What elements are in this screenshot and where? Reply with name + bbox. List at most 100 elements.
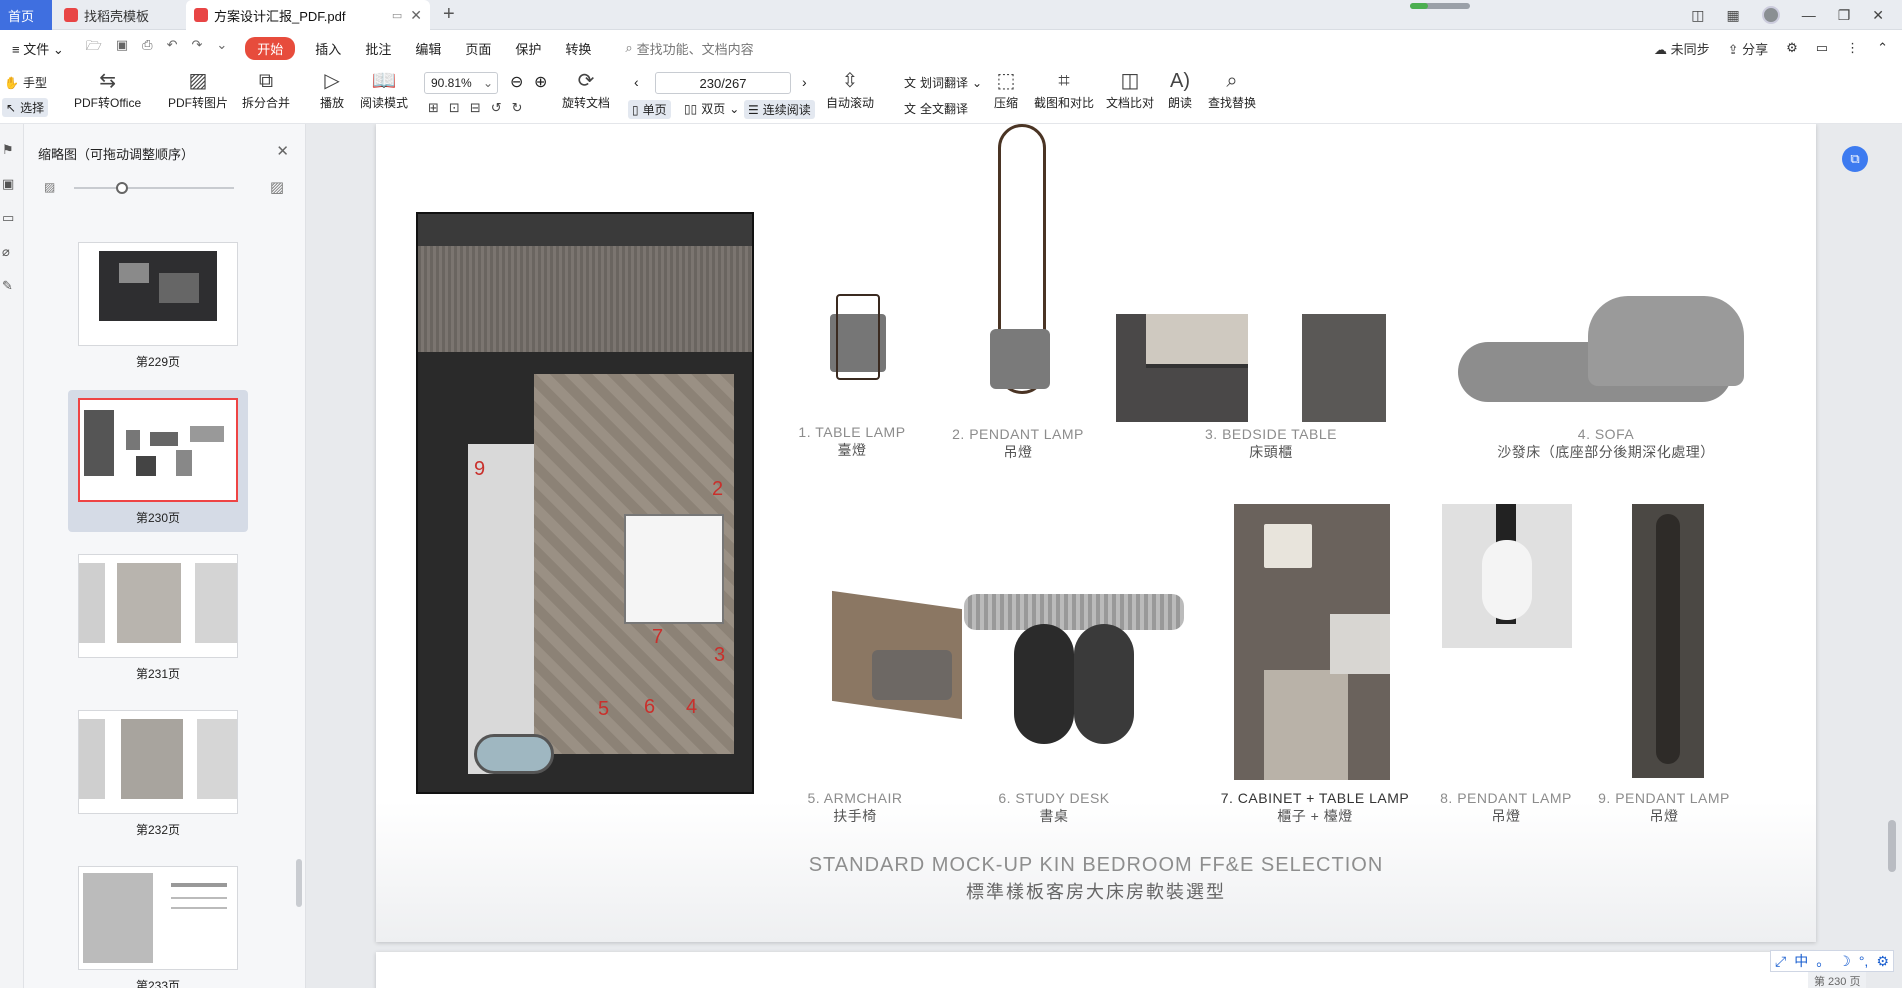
- auto-scroll-button[interactable]: ⇳ 自动滚动: [826, 68, 874, 111]
- floor-number: 7: [652, 626, 664, 648]
- ime-settings-icon[interactable]: ⚙: [1876, 953, 1889, 970]
- split-merge-button[interactable]: ⧉ 拆分合并: [242, 68, 290, 111]
- close-tab-icon[interactable]: ✕: [410, 7, 422, 24]
- thumbnail-page-233[interactable]: 第233页: [68, 858, 248, 988]
- full-translate-button[interactable]: 文全文翻译: [904, 100, 968, 117]
- new-tab-button[interactable]: +: [443, 3, 455, 26]
- page-number-value: 230/267: [699, 75, 747, 91]
- thumbnail-page-229[interactable]: 第229页: [68, 234, 248, 376]
- wall-band: [418, 214, 752, 246]
- double-page-button[interactable]: ▯▯ 双页 ⌄: [684, 100, 739, 117]
- menu-protect[interactable]: 保护: [503, 39, 553, 58]
- ime-toolbar: ⤢ 中 。 ☽ °, ⚙: [1770, 950, 1894, 972]
- menu-edit[interactable]: 编辑: [403, 39, 453, 58]
- undo-icon[interactable]: ↶: [167, 37, 178, 59]
- ime-expand-icon[interactable]: ⤢: [1775, 953, 1786, 970]
- close-window-icon[interactable]: ✕: [1872, 7, 1884, 24]
- ime-symbol[interactable]: °,: [1859, 953, 1869, 969]
- thumbnail-page-232[interactable]: 第232页: [68, 702, 248, 844]
- thumbnail-scrollbar[interactable]: [296, 859, 302, 907]
- sync-status[interactable]: ☁ 未同步: [1654, 39, 1710, 58]
- floor-number: 2: [712, 478, 724, 500]
- minimize-icon[interactable]: —: [1802, 7, 1816, 23]
- floating-tool-icon[interactable]: ⧉: [1842, 146, 1868, 172]
- compress-button[interactable]: ⬚ 压缩: [994, 68, 1018, 111]
- thumbnail-page-231[interactable]: 第231页: [68, 546, 248, 688]
- rotate-left-icon[interactable]: ↺: [491, 100, 502, 116]
- prev-page-icon[interactable]: ‹: [634, 74, 639, 90]
- page-title-zh: 標準樣板客房大床房軟裝選型: [966, 882, 1226, 902]
- grid-icon[interactable]: ▦: [1726, 7, 1739, 24]
- search-placeholder: 查找功能、文档内容: [636, 41, 754, 57]
- menu-convert[interactable]: 转换: [553, 39, 603, 58]
- tab-daoke-templates[interactable]: 找稻壳模板: [56, 0, 182, 30]
- ime-punct[interactable]: 。: [1816, 951, 1830, 971]
- word-translate-button[interactable]: 文划词翻译 ⌄: [904, 74, 982, 91]
- reader-mode-icon[interactable]: ◫: [1691, 7, 1704, 24]
- screenshot-compare-button[interactable]: ⌗ 截图和对比: [1034, 68, 1094, 111]
- settings-icon[interactable]: ⚙: [1786, 40, 1798, 56]
- avatar[interactable]: [1761, 6, 1780, 24]
- redo-icon[interactable]: ↷: [191, 37, 202, 59]
- hand-tool[interactable]: ✋ 手型: [4, 74, 47, 91]
- thumbnail-icon[interactable]: ▣: [2, 176, 23, 192]
- close-icon[interactable]: ✕: [276, 142, 289, 160]
- share-button[interactable]: ⇪ 分享: [1728, 39, 1769, 58]
- actual-size-icon[interactable]: ⊞: [428, 100, 439, 116]
- slider-knob[interactable]: [116, 182, 128, 194]
- more-icon[interactable]: ⌄: [216, 37, 227, 59]
- thumbnail-page-230[interactable]: 第230页: [68, 390, 248, 532]
- more-menu-icon[interactable]: ⋮: [1846, 40, 1859, 56]
- menu-start[interactable]: 开始: [245, 36, 296, 60]
- thumbnail-label: 第232页: [135, 823, 181, 837]
- read-aloud-button[interactable]: A) 朗读: [1168, 68, 1192, 111]
- page-number-input[interactable]: 230/267: [655, 72, 791, 94]
- single-page-button[interactable]: ▯ 单页: [628, 100, 671, 119]
- window-icon[interactable]: ▭: [392, 9, 402, 22]
- menu-page[interactable]: 页面: [453, 39, 503, 58]
- bedside-table-side-image: [1302, 314, 1386, 422]
- find-replace-button[interactable]: ⌕ 查找替换: [1208, 68, 1256, 111]
- bookmark-icon[interactable]: ⚑: [2, 142, 23, 158]
- next-page-icon[interactable]: ›: [802, 74, 807, 90]
- collapse-icon[interactable]: ⌃: [1877, 40, 1888, 56]
- print-icon[interactable]: ⎙: [142, 37, 152, 59]
- message-icon[interactable]: ▭: [1816, 40, 1828, 56]
- chevron-down-icon: ⌄: [729, 101, 740, 116]
- thumbnail-size-slider[interactable]: ▨ ▨: [44, 179, 284, 196]
- save-icon[interactable]: ▣: [116, 37, 128, 59]
- zoom-out-icon[interactable]: ⊖: [510, 72, 523, 92]
- tab-document[interactable]: 方案设计汇报_PDF.pdf ▭ ✕: [186, 0, 430, 30]
- menu-comment[interactable]: 批注: [353, 39, 403, 58]
- zoom-select[interactable]: 90.81% ⌄: [424, 72, 498, 94]
- feature-search[interactable]: ⌕ 查找功能、文档内容: [625, 39, 753, 58]
- floor-number: 4: [686, 696, 698, 718]
- rotate-right-icon[interactable]: ↻: [512, 100, 523, 116]
- signature-icon[interactable]: ✎: [2, 278, 23, 294]
- menu-file[interactable]: ≡ 文件 ⌄: [0, 39, 76, 58]
- tab-home[interactable]: 首页: [0, 0, 52, 30]
- attachment-icon[interactable]: ⌀: [2, 244, 23, 260]
- select-tool[interactable]: ↖ 选择: [2, 98, 49, 117]
- ime-moon-icon[interactable]: ☽: [1838, 953, 1851, 970]
- rotate-doc-button[interactable]: ⟳ 旋转文档: [562, 68, 610, 111]
- play-button[interactable]: ▷ 播放: [320, 68, 344, 111]
- restore-icon[interactable]: ❐: [1838, 7, 1851, 24]
- read-mode-button[interactable]: 📖 阅读模式: [360, 68, 408, 111]
- doc-compare-button[interactable]: ◫ 文档比对: [1106, 68, 1154, 111]
- ime-chinese[interactable]: 中: [1794, 951, 1808, 971]
- outline-icon[interactable]: ▭: [2, 210, 23, 226]
- menu-insert[interactable]: 插入: [303, 39, 353, 58]
- zoom-in-icon[interactable]: ⊕: [534, 72, 547, 92]
- study-desk-image: [964, 594, 1184, 752]
- document-scrollbar[interactable]: [1888, 820, 1896, 872]
- continuous-icon: ☰: [748, 102, 759, 117]
- pendant-lamp-9-image: [1632, 504, 1704, 778]
- open-folder-icon[interactable]: 🗁: [86, 37, 102, 59]
- fit-page-icon[interactable]: ⊡: [449, 100, 460, 116]
- book-icon: 📖: [371, 70, 397, 92]
- pdf-to-office-button[interactable]: ⇆ PDF转Office: [74, 68, 141, 111]
- pdf-to-image-button[interactable]: ▨ PDF转图片: [168, 68, 228, 111]
- continuous-read-button[interactable]: ☰ 连续阅读: [744, 100, 815, 119]
- fit-width-icon[interactable]: ⊟: [470, 100, 481, 116]
